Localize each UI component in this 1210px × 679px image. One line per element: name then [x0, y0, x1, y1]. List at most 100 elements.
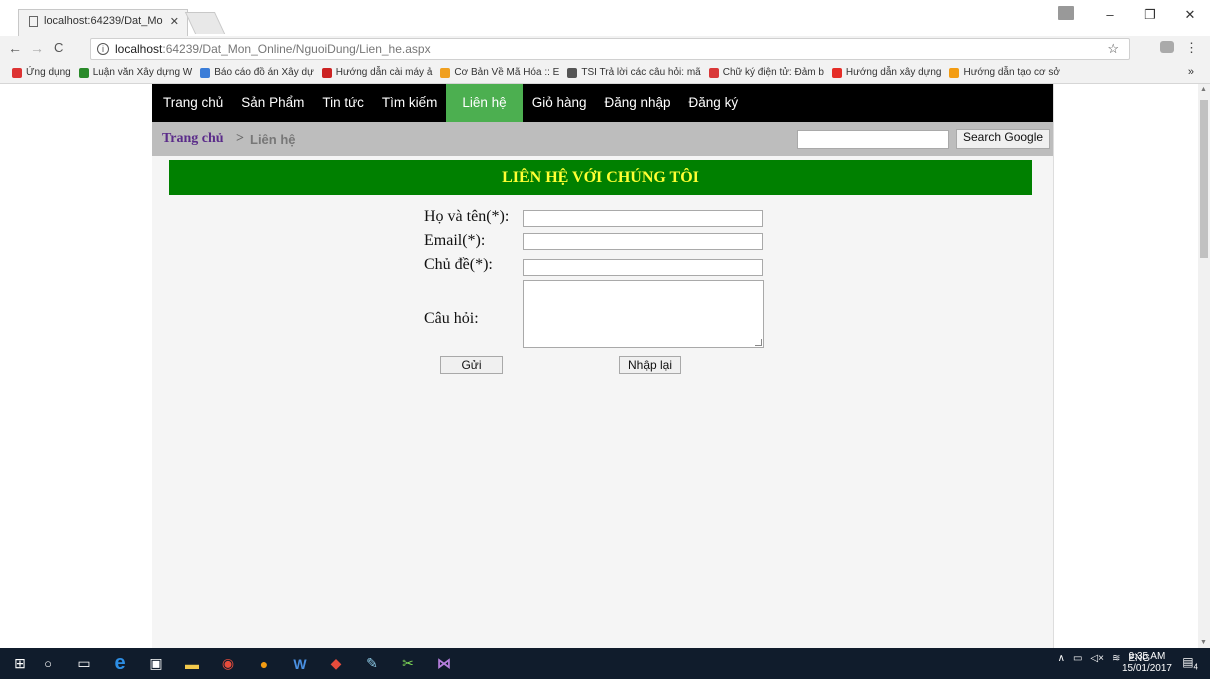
- clock-time: 9:35 AM: [1128, 651, 1166, 662]
- bookmarks-more-icon[interactable]: »: [1188, 66, 1194, 78]
- new-tab-button[interactable]: [184, 12, 226, 34]
- bookmark-item-7[interactable]: Hướng dẫn xây dựng: [831, 67, 942, 78]
- email-field[interactable]: [523, 233, 763, 250]
- tab-close-icon[interactable]: ✕: [170, 15, 179, 28]
- question-textarea[interactable]: [523, 280, 764, 348]
- question-label: Câu hỏi:: [424, 310, 479, 327]
- contact-form-title: LIÊN HỆ VỚI CHÚNG TÔI: [169, 160, 1032, 195]
- url-input[interactable]: i localhost:64239/Dat_Mon_Online/NguoiDu…: [90, 38, 1130, 60]
- notification-icon[interactable]: ▤4: [1182, 655, 1198, 671]
- menu-icon[interactable]: ⋮: [1185, 40, 1198, 56]
- network-icon[interactable]: ▭: [1073, 653, 1082, 664]
- bookmark-icon: [12, 67, 22, 78]
- search-google-button[interactable]: Search Google: [956, 129, 1051, 149]
- wifi-icon[interactable]: ≋: [1112, 653, 1120, 664]
- scrollbar-thumb[interactable]: [1200, 100, 1208, 258]
- os-taskbar: ⊞ ○ ▭ e ▣ ▬ ◉ ● W ◆ ✎ ✂ ⋈ ∧ ▭ ◁× ≋ ENG 9…: [0, 648, 1210, 679]
- nav-item-5[interactable]: Giỏ hàng: [523, 84, 596, 122]
- subject-field[interactable]: [523, 259, 763, 276]
- chrome-icon[interactable]: ◉: [216, 652, 240, 675]
- bookmark-item-1[interactable]: Luận văn Xây dựng W: [78, 67, 193, 78]
- profile-icon[interactable]: [1058, 6, 1074, 20]
- bookmark-icon: [78, 67, 89, 78]
- visual-studio-icon[interactable]: ⋈: [432, 652, 456, 675]
- bookmark-label: Hướng dẫn xây dựng: [845, 67, 942, 78]
- clock-date: 15/01/2017: [1121, 663, 1172, 674]
- word-icon[interactable]: W: [288, 652, 312, 675]
- browser-tabbar: localhost:64239/Dat_Mo ✕ – ❐ ✕: [0, 0, 1210, 36]
- page-icon: [29, 15, 38, 27]
- email-label: Email(*):: [424, 232, 486, 249]
- subject-label: Chủ đề(*):: [424, 256, 493, 273]
- breadcrumb-separator: >: [236, 131, 244, 146]
- bookmark-label: Hướng dẫn cài máy ả: [335, 67, 433, 78]
- nav-item-6[interactable]: Đăng nhập: [595, 84, 679, 122]
- window-controls: – ❐ ✕: [1090, 0, 1210, 30]
- search-circle-icon[interactable]: ○: [36, 652, 60, 675]
- tool-icon[interactable]: ✂: [396, 652, 420, 675]
- search-input[interactable]: [797, 130, 949, 149]
- reset-button[interactable]: Nhập lại: [619, 356, 681, 374]
- nav-item-0[interactable]: Trang chủ: [154, 84, 232, 122]
- scroll-up-icon[interactable]: ▲: [1200, 86, 1207, 93]
- breadcrumb: Trang chủ > Liên hệ Search Google: [152, 122, 1053, 156]
- bookmark-icon: [440, 67, 451, 78]
- clock[interactable]: 9:35 AM 15/01/2017: [1122, 651, 1172, 675]
- bookmark-label: Báo cáo đồ án Xây dự: [214, 67, 314, 78]
- restore-icon[interactable]: ❐: [1130, 0, 1170, 30]
- nav-item-2[interactable]: Tin tức: [313, 84, 373, 122]
- address-bar-row: ← → C i localhost:64239/Dat_Mon_Online/N…: [0, 36, 1210, 62]
- windows-start-icon[interactable]: ⊞: [8, 652, 32, 675]
- back-icon[interactable]: ←: [8, 40, 22, 56]
- bookmark-star-icon[interactable]: ☆: [1107, 41, 1119, 57]
- nav-item-7[interactable]: Đăng ký: [680, 84, 748, 122]
- breadcrumb-home-link[interactable]: Trang chủ: [162, 131, 224, 147]
- bookmark-icon: [708, 67, 719, 78]
- minimize-icon[interactable]: –: [1090, 0, 1130, 30]
- submit-button[interactable]: Gửi: [440, 356, 503, 374]
- reload-icon[interactable]: C: [54, 40, 63, 55]
- bookmark-icon: [949, 67, 960, 78]
- info-icon[interactable]: i: [97, 43, 109, 55]
- site-container: Trang chủ Sản Phẩm Tin tức Tìm kiếm Liên hệ G…: [152, 84, 1054, 648]
- breadcrumb-current: Liên hệ: [250, 132, 296, 147]
- page-viewport: Trang chủ Sản Phẩm Tin tức Tìm kiếm Liên hệ G…: [0, 84, 1198, 648]
- bookmark-icon: [321, 67, 332, 78]
- nav-item-4[interactable]: Liên hệ: [446, 84, 523, 122]
- task-view-icon[interactable]: ▭: [72, 652, 96, 675]
- close-window-icon[interactable]: ✕: [1170, 0, 1210, 30]
- bookmark-label: Cơ Bản Về Mã Hóa :: E: [454, 67, 560, 78]
- file-explorer-icon[interactable]: ▬: [180, 652, 204, 675]
- bookmark-item-6[interactable]: Chữ ký điện tử: Đảm b: [708, 67, 824, 78]
- extension-icon[interactable]: [1160, 41, 1174, 53]
- paint-icon[interactable]: ✎: [360, 652, 384, 675]
- store-icon[interactable]: ▣: [144, 652, 168, 675]
- bookmark-item-4[interactable]: Cơ Bản Về Mã Hóa :: E: [440, 67, 559, 78]
- nav-item-3[interactable]: Tìm kiếm: [373, 84, 447, 122]
- bookmark-icon: [567, 67, 578, 78]
- bookmark-label: Luận văn Xây dựng W: [92, 67, 193, 78]
- volume-icon[interactable]: ◁×: [1090, 653, 1104, 664]
- browser-tab[interactable]: localhost:64239/Dat_Mo ✕: [18, 9, 188, 36]
- bookmarks-bar: Ứng dụng Luận văn Xây dựng W Báo cáo đồ án…: [0, 62, 1210, 84]
- resize-grip-icon[interactable]: [755, 339, 762, 346]
- tray-chevron-icon[interactable]: ∧: [1058, 653, 1065, 664]
- app-icon[interactable]: ◆: [324, 652, 348, 675]
- forward-icon[interactable]: →: [30, 40, 44, 56]
- page-scrollbar[interactable]: ▲ ▼: [1198, 84, 1210, 648]
- bookmark-item-3[interactable]: Hướng dẫn cài máy ả: [321, 67, 433, 78]
- edge-icon[interactable]: e: [108, 652, 132, 675]
- scroll-down-icon[interactable]: ▼: [1200, 639, 1207, 646]
- bookmark-item-5[interactable]: TSI Trả lời các câu hỏi: mã: [567, 67, 701, 78]
- nav-item-1[interactable]: Sản Phẩm: [232, 84, 313, 122]
- name-field[interactable]: [523, 210, 763, 227]
- main-nav: Trang chủ Sản Phẩm Tin tức Tìm kiếm Liên hệ G…: [152, 84, 1053, 122]
- bookmark-item-0[interactable]: Ứng dụng: [12, 67, 71, 78]
- bookmark-label: Hướng dẫn tạo cơ sở: [963, 67, 1060, 78]
- url-host: localhost: [115, 42, 163, 56]
- firefox-icon[interactable]: ●: [252, 652, 276, 675]
- bookmark-item-2[interactable]: Báo cáo đồ án Xây dự: [200, 67, 314, 78]
- url-path: :64239/Dat_Mon_Online/NguoiDung/Lien_he.…: [162, 42, 431, 56]
- bookmark-item-8[interactable]: Hướng dẫn tạo cơ sở: [949, 67, 1060, 78]
- bookmark-label: TSI Trả lời các câu hỏi: mã: [581, 67, 701, 78]
